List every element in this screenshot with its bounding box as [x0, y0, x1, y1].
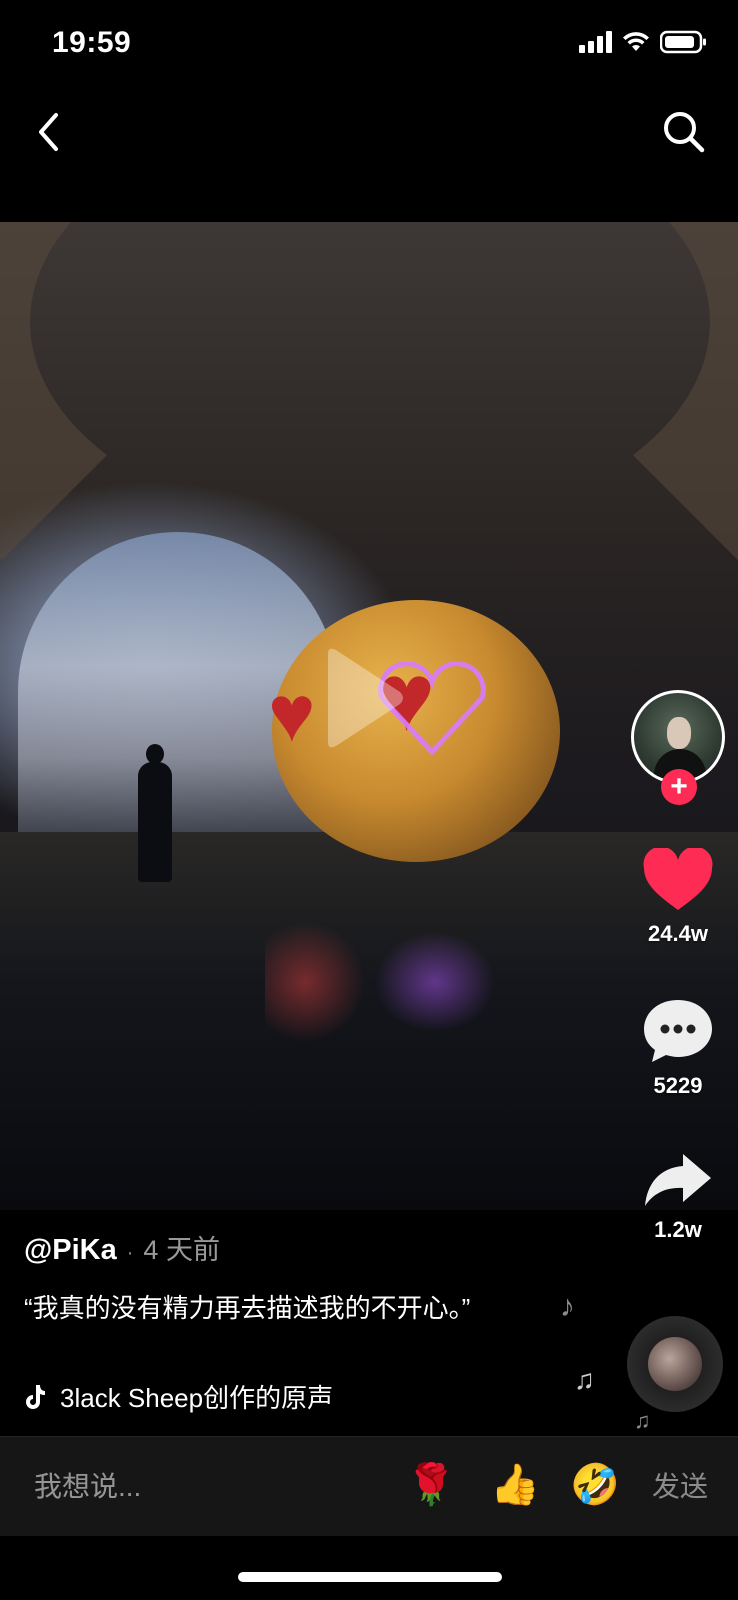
- back-button[interactable]: [28, 104, 68, 160]
- video-scene-person: [138, 744, 172, 882]
- send-button[interactable]: 发送: [652, 1465, 708, 1505]
- separator-dot: ·: [126, 1242, 134, 1264]
- follow-button[interactable]: +: [661, 769, 697, 805]
- status-bar: 19:59: [0, 0, 738, 92]
- comment-icon: [644, 1000, 712, 1062]
- status-time: 19:59: [52, 26, 132, 59]
- like-button[interactable]: 24.4w: [628, 846, 728, 947]
- back-icon: [39, 113, 58, 151]
- search-icon: [664, 112, 705, 153]
- search-button[interactable]: [656, 104, 712, 160]
- share-button[interactable]: 1.2w: [628, 1152, 728, 1243]
- share-icon: [645, 1154, 711, 1206]
- laughing-emoji-button[interactable]: 🤣: [570, 1457, 620, 1513]
- floating-music-note-icon: ♪: [560, 1290, 575, 1323]
- video-caption: @PiKa · 4 天前 “我真的没有精力再去描述我的不开心。”: [24, 1228, 584, 1327]
- floating-music-note-icon: ♫: [634, 1408, 651, 1433]
- comment-button[interactable]: 5229: [628, 998, 728, 1099]
- status-icons: [579, 30, 708, 54]
- comment-count: 5229: [653, 1073, 703, 1098]
- music-title: 3lack Sheep创作的原声: [60, 1383, 334, 1413]
- play-icon[interactable]: [318, 646, 406, 750]
- video-description: “我真的没有精力再去描述我的不开心。”: [24, 1293, 471, 1323]
- author-handle[interactable]: @PiKa: [24, 1234, 117, 1267]
- rose-emoji-button[interactable]: 🌹: [406, 1457, 456, 1513]
- share-count: 1.2w: [654, 1217, 702, 1242]
- signal-icon: [579, 31, 612, 53]
- wifi-icon: [622, 31, 650, 53]
- home-indicator[interactable]: [238, 1572, 502, 1582]
- music-disc[interactable]: [627, 1316, 723, 1412]
- floating-music-note-icon: ♫: [574, 1364, 595, 1395]
- music-disc-cover: [648, 1337, 702, 1391]
- comment-input[interactable]: 我想说...: [34, 1465, 141, 1505]
- comment-input-bar: 我想说... 🌹 👍 🤣 发送: [0, 1436, 738, 1536]
- video-scene-reflection: [265, 922, 495, 1042]
- battery-icon: [660, 30, 708, 54]
- heart-icon: [643, 846, 713, 910]
- music-link[interactable]: 3lack Sheep创作的原声: [24, 1378, 333, 1415]
- author-line: @PiKa · 4 天前: [24, 1228, 584, 1267]
- avatar-face: [667, 717, 691, 749]
- tiktok-note-icon: [26, 1384, 45, 1409]
- top-nav: [0, 92, 738, 222]
- post-time: 4 天前: [143, 1235, 220, 1265]
- thumbs-up-emoji-button[interactable]: 👍: [490, 1457, 540, 1513]
- like-count: 24.4w: [648, 921, 708, 946]
